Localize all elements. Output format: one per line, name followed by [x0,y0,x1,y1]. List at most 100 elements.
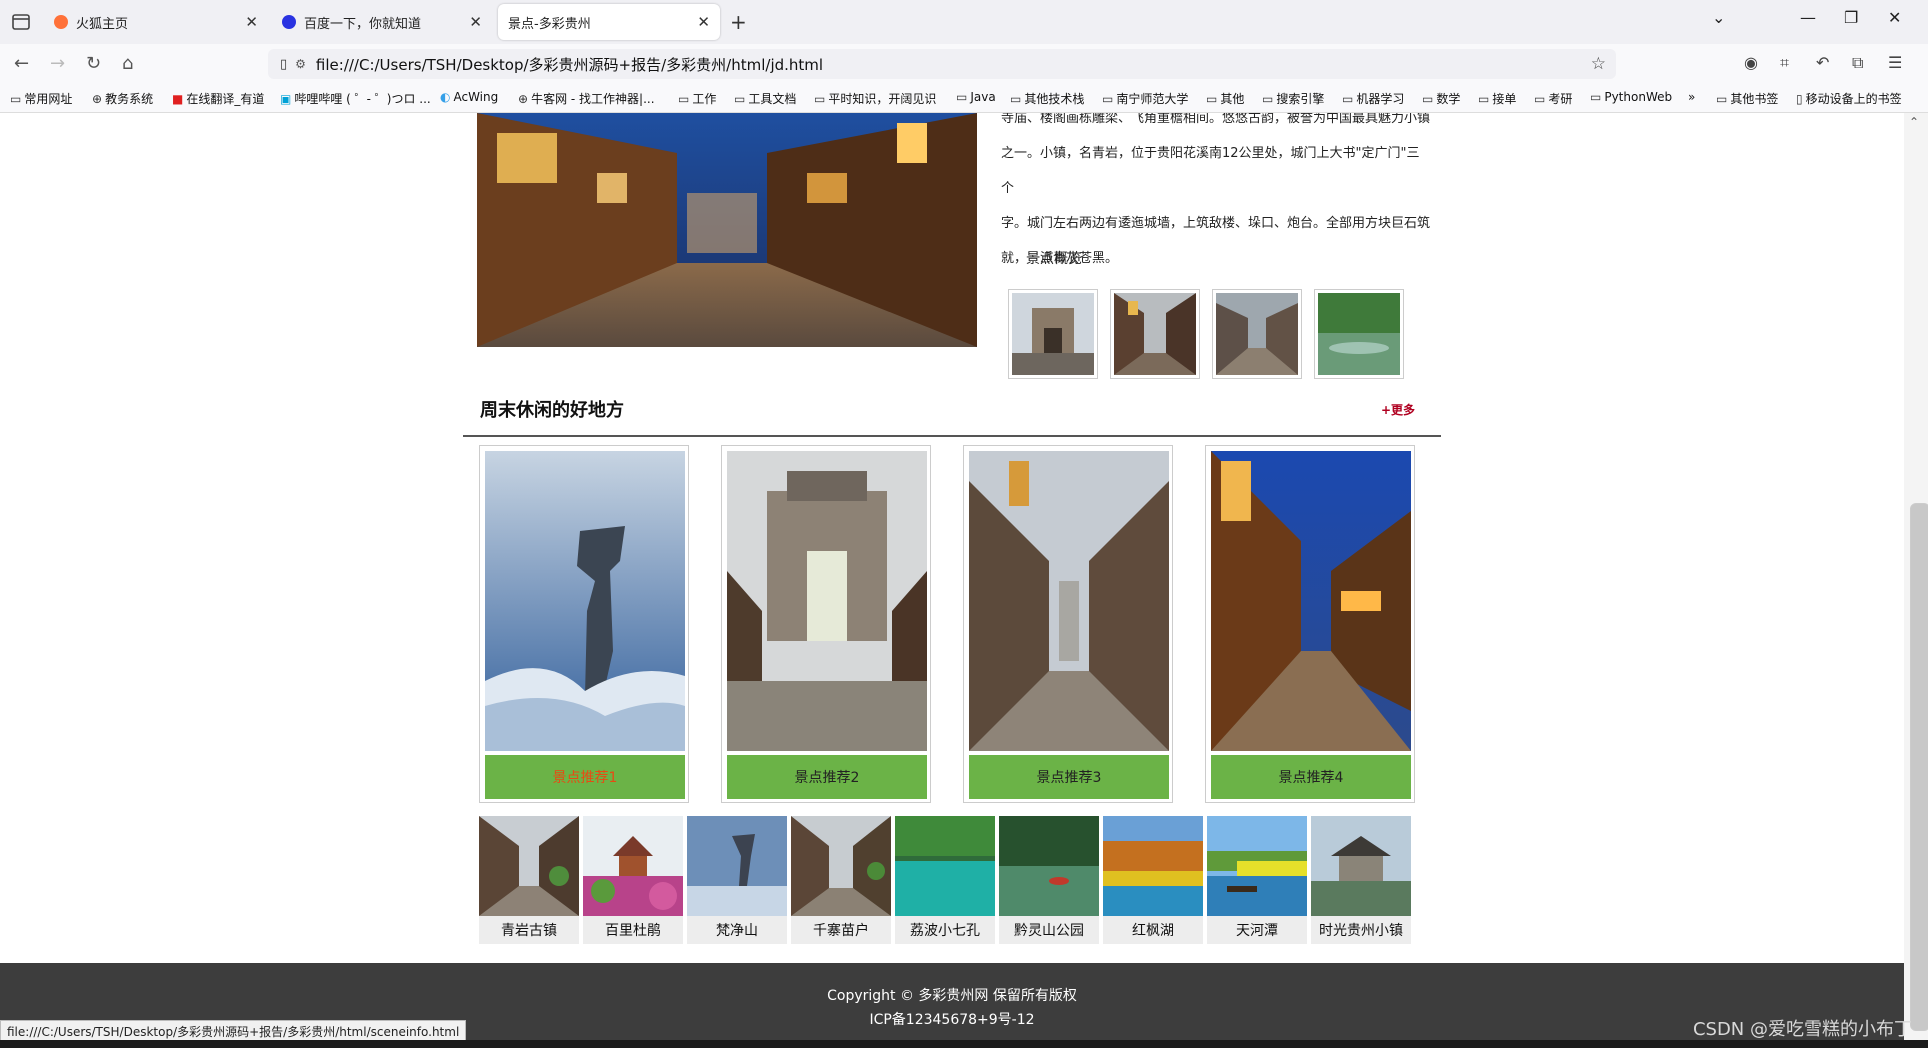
recommendation-card[interactable]: 景点推荐4 [1205,445,1415,803]
bookmark-item[interactable]: ▭ 考研 [1534,90,1572,107]
tab-firefox-home[interactable]: 火狐主页 ✕ [44,4,268,40]
bookmark-item[interactable]: ▭ 其他书签 [1716,90,1778,107]
scenic-spot-item[interactable]: 荔波小七孔 [895,816,995,944]
scenic-spot-label[interactable]: 红枫湖 [1103,916,1203,944]
recommendation-card[interactable]: 景点推荐3 [963,445,1173,803]
bookmark-label: 机器学习 [1356,92,1405,106]
scenic-spot-item[interactable]: 黔灵山公园 [999,816,1099,944]
recommendation-card[interactable]: 景点推荐2 [721,445,931,803]
chevron-down-icon[interactable]: ⌄ [1712,8,1725,27]
screenshot-icon[interactable]: ⌗ [1780,53,1789,73]
page-scrollbar[interactable]: ⌃ [1904,113,1928,1048]
scenic-spot-label[interactable]: 梵净山 [687,916,787,944]
bookmark-item[interactable]: ▭ Java [956,90,996,104]
scenic-spot-item[interactable]: 青岩古镇 [479,816,579,944]
scenic-spot-image[interactable] [999,816,1099,916]
tab-list-icon[interactable] [10,11,32,33]
close-icon[interactable]: ✕ [245,13,258,31]
bookmark-label: 考研 [1548,92,1573,106]
forward-arrow-icon[interactable]: → [50,53,65,74]
bookmark-item[interactable]: ▭ 工具文档 [734,90,796,107]
bookmark-item[interactable]: ▭ 数学 [1422,90,1460,107]
bookmark-item[interactable]: ▭ 机器学习 [1342,90,1404,107]
scenic-spot-label[interactable]: 黔灵山公园 [999,916,1099,944]
bookmark-item[interactable]: ▭ 其他技术栈 [1010,90,1084,107]
bookmark-item[interactable]: ◐ AcWing [440,90,498,104]
new-tab-icon[interactable]: + [730,10,747,34]
recommendation-card[interactable]: 景点推荐1 [479,445,689,803]
scenic-spot-label[interactable]: 百里杜鹃 [583,916,683,944]
overview-thumbnail[interactable] [1212,289,1302,379]
url-text[interactable]: file:///C:/Users/TSH/Desktop/多彩贵州源码+报告/多… [316,54,1591,75]
bookmark-item[interactable]: ▯ 移动设备上的书签 [1796,90,1902,107]
bookmark-star-icon[interactable]: ☆ [1591,54,1606,74]
scenic-spot-image[interactable] [479,816,579,916]
card-button[interactable]: 景点推荐1 [485,755,685,799]
undo-icon[interactable]: ↶ [1816,53,1829,72]
scrollbar-thumb[interactable] [1910,503,1928,1031]
scenic-spot-item[interactable]: 红枫湖 [1103,816,1203,944]
bookmark-item[interactable]: ▭ 常用网址 [10,90,72,107]
back-arrow-icon[interactable]: ← [14,53,29,74]
bookmark-item[interactable]: ▭ PythonWeb [1590,90,1672,104]
bookmark-item[interactable]: ▭ 接单 [1478,90,1516,107]
home-icon[interactable]: ⌂ [122,53,133,74]
more-bookmarks-icon[interactable]: » [1688,90,1695,104]
bookmark-label: 平时知识，开阔见识 [828,92,937,106]
minimize-icon[interactable]: — [1800,8,1816,27]
scenic-spot-item[interactable]: 梵净山 [687,816,787,944]
scenic-spot-image[interactable] [1207,816,1307,916]
scenic-spot-label[interactable]: 青岩古镇 [479,916,579,944]
card-image[interactable] [969,451,1169,751]
overview-thumbnail[interactable] [1110,289,1200,379]
bookmark-item[interactable]: ▭ 南宁师范大学 [1102,90,1188,107]
scenic-spot-image[interactable] [791,816,891,916]
overview-thumbnail[interactable] [1008,289,1098,379]
card-button[interactable]: 景点推荐2 [727,755,927,799]
bookmark-item[interactable]: ▭ 其他 [1206,90,1244,107]
scenic-spot-item[interactable]: 时光贵州小镇 [1311,816,1411,944]
scenic-spot-label[interactable]: 时光贵州小镇 [1311,916,1411,944]
bookmark-item[interactable]: ▣ 哔哩哔哩 ( ゜- ゜)つロ ... [280,90,431,107]
bookmark-item[interactable]: ■ 在线翻译_有道 [172,90,264,107]
close-icon[interactable]: ✕ [469,13,482,31]
firefox-icon [54,15,68,29]
scenic-spot-item[interactable]: 千寨苗户 [791,816,891,944]
card-button[interactable]: 景点推荐4 [1211,755,1411,799]
card-image[interactable] [1211,451,1411,751]
reload-icon[interactable]: ↻ [86,53,101,74]
window-close-icon[interactable]: ✕ [1888,8,1901,27]
bookmark-item[interactable]: ▭ 工作 [678,90,716,107]
card-image[interactable] [485,451,685,751]
scenic-spot-item[interactable]: 天河潭 [1207,816,1307,944]
account-icon[interactable]: ◉ [1744,53,1758,72]
scenic-spot-label[interactable]: 荔波小七孔 [895,916,995,944]
scenic-spot-image[interactable] [1103,816,1203,916]
scenic-spot-label[interactable]: 千寨苗户 [791,916,891,944]
permissions-icon[interactable]: ⚙ [295,57,306,71]
tab-current[interactable]: 景点-多彩贵州 ✕ [498,4,720,40]
scenic-spot-label[interactable]: 天河潭 [1207,916,1307,944]
bookmark-item[interactable]: ⊕ 牛客网 - 找工作神器|... [518,90,655,107]
restore-icon[interactable]: ❐ [1844,8,1858,27]
extensions-icon[interactable]: ⧉ [1852,53,1863,73]
scenic-spot-image[interactable] [583,816,683,916]
bookmark-label: 工具文档 [748,92,797,106]
bookmark-item[interactable]: ⊕ 教务系统 [92,90,153,107]
more-link[interactable]: +更多 [1381,401,1415,418]
card-button[interactable]: 景点推荐3 [969,755,1169,799]
scenic-spot-image[interactable] [895,816,995,916]
scenic-spot-image[interactable] [1311,816,1411,916]
menu-icon[interactable]: ☰ [1888,53,1902,72]
card-image[interactable] [727,451,927,751]
scenic-spot-image[interactable] [687,816,787,916]
folder-icon: ▭ [1478,92,1490,106]
bookmark-item[interactable]: ▭ 搜索引擎 [1262,90,1324,107]
close-icon[interactable]: ✕ [697,13,710,31]
address-bar[interactable]: ▯ ⚙ file:///C:/Users/TSH/Desktop/多彩贵州源码+… [268,49,1616,79]
scenic-spot-item[interactable]: 百里杜鹃 [583,816,683,944]
bookmark-item[interactable]: ▭ 平时知识，开阔见识 [814,90,936,107]
scroll-up-icon[interactable]: ⌃ [1909,115,1919,129]
overview-thumbnail[interactable] [1314,289,1404,379]
tab-baidu[interactable]: 百度一下，你就知道 ✕ [272,4,492,40]
